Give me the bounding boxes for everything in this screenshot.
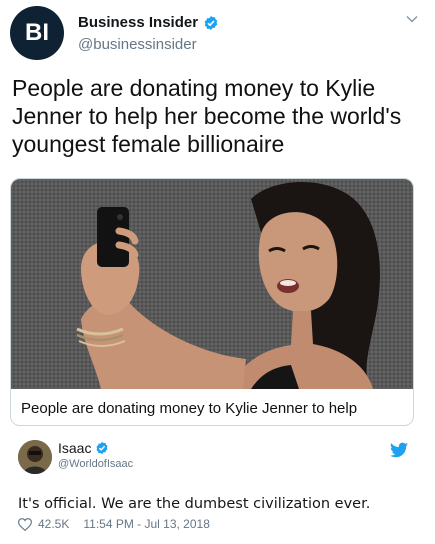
twitter-bird-icon[interactable]	[390, 442, 408, 458]
quote-name-row: Isaac	[58, 440, 109, 456]
timestamp[interactable]: 11:54 PM - Jul 13, 2018	[83, 517, 210, 531]
quote-avatar[interactable]	[18, 440, 52, 474]
heart-icon[interactable]	[18, 517, 32, 531]
quote-handle[interactable]: @WorldofIsaac	[58, 458, 133, 470]
verified-badge-icon	[204, 15, 218, 30]
verified-badge-icon	[96, 441, 108, 455]
card-image-photo	[11, 179, 413, 389]
chevron-down-icon[interactable]	[405, 12, 419, 26]
card-caption: People are donating money to Kylie Jenne…	[21, 400, 358, 417]
avatar-text: BI	[25, 19, 49, 46]
display-name[interactable]: Business Insider	[78, 14, 198, 31]
quote-meta: 42.5K 11:54 PM - Jul 13, 2018	[18, 517, 210, 531]
quote-avatar-image	[18, 440, 52, 474]
handle[interactable]: @businessinsider	[78, 36, 197, 53]
tweet-text: People are donating money to Kylie Jenne…	[12, 75, 402, 157]
quote-text: It's official. We are the dumbest civili…	[18, 496, 371, 512]
quote-display-name[interactable]: Isaac	[58, 440, 91, 456]
tweet-header: BI Business Insider @businessinsider	[10, 6, 425, 62]
name-row: Business Insider	[78, 14, 219, 31]
link-card[interactable]: People are donating money to Kylie Jenne…	[10, 178, 414, 426]
avatar[interactable]: BI	[10, 6, 64, 60]
like-count[interactable]: 42.5K	[38, 517, 69, 531]
